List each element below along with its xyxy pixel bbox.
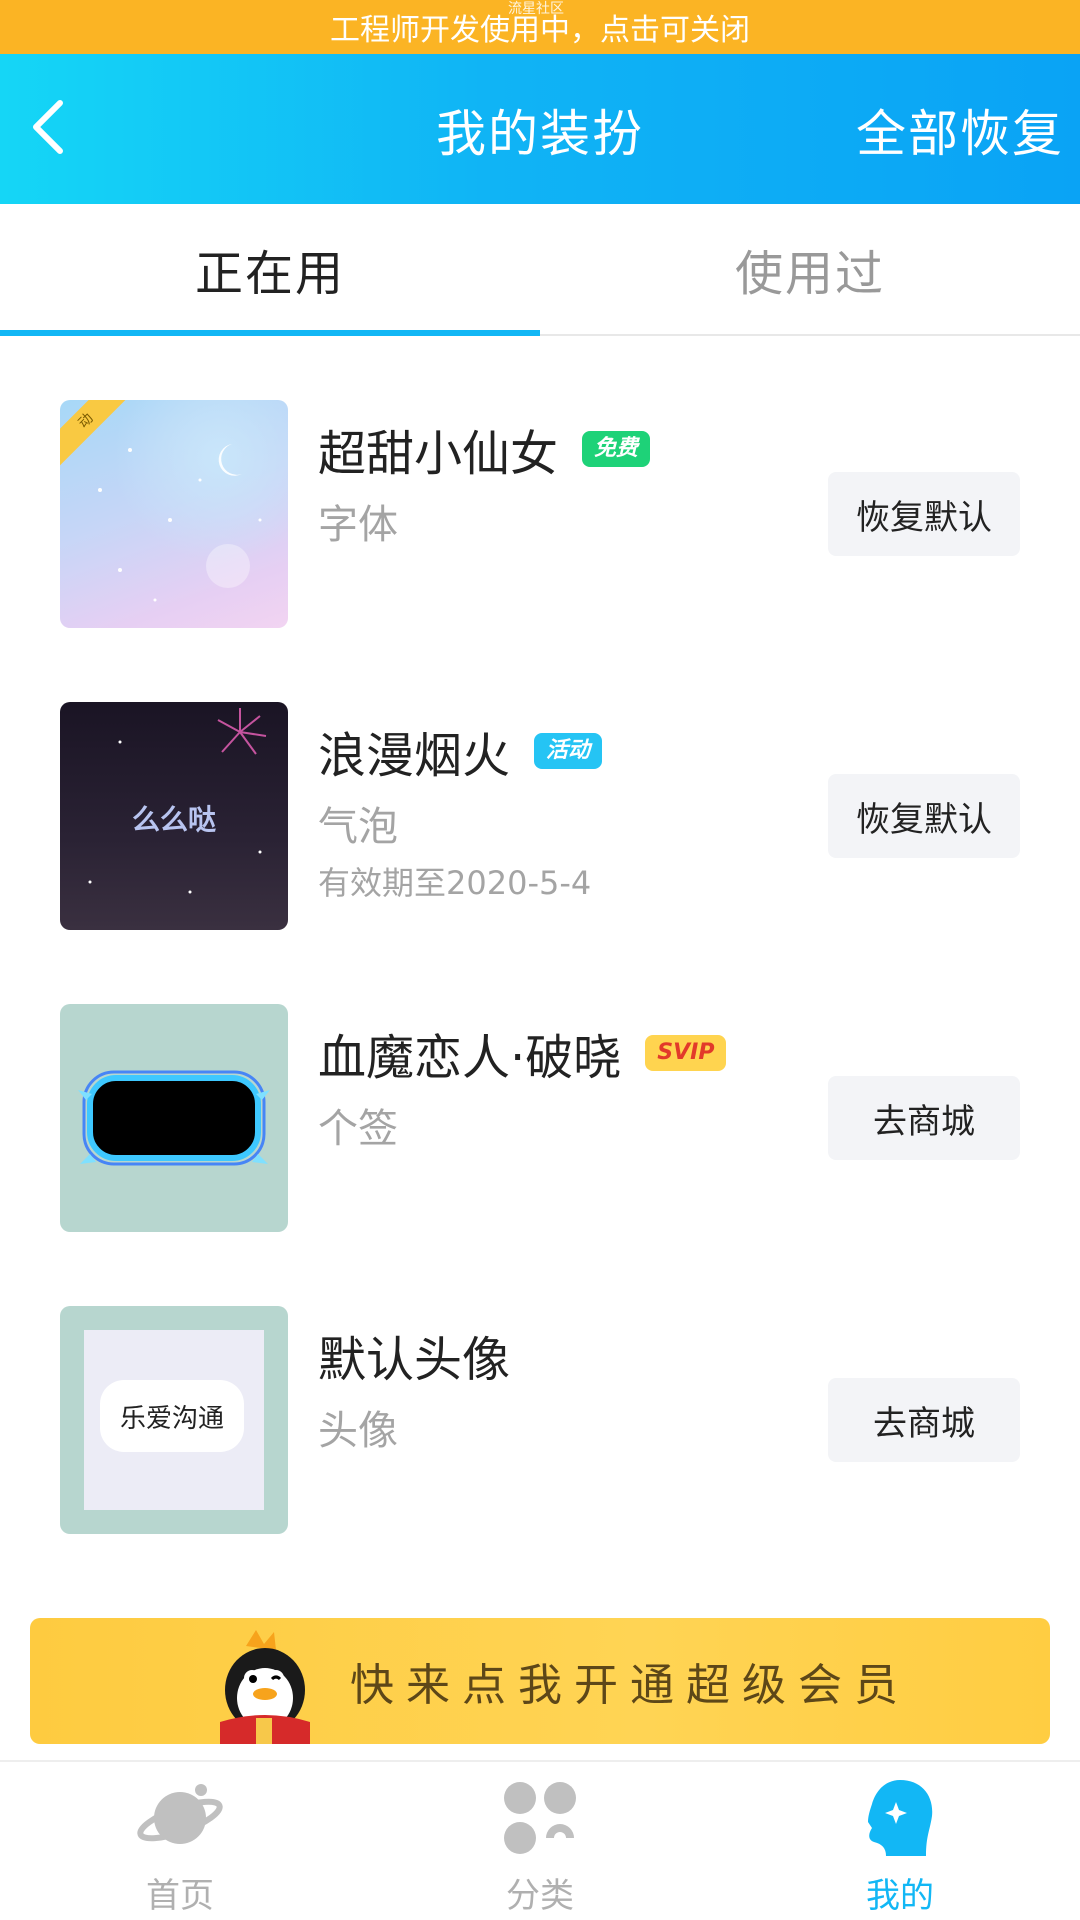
item-title: 超甜小仙女 免费 <box>318 414 651 484</box>
item-thumbnail: 乐爱沟通 <box>60 1306 288 1534</box>
event-tag: 活动 <box>534 733 603 769</box>
svip-tag: SVIP <box>645 1035 727 1071</box>
category-grid-icon <box>495 1776 585 1860</box>
free-tag: 免费 <box>582 431 651 467</box>
item-thumbnail: 动 <box>60 400 288 628</box>
avatar-preview: 乐爱沟通 <box>84 1330 264 1510</box>
restore-default-button[interactable]: 恢复默认 <box>828 774 1020 858</box>
header-bar: 我的装扮 全部恢复 <box>0 54 1080 204</box>
svip-promo-text: 快来点我开通超级会员 <box>350 1660 910 1711</box>
profile-head-icon <box>855 1776 945 1860</box>
tab-in-use-label: 正在用 <box>194 246 345 302</box>
tab-in-use[interactable]: 正在用 <box>0 204 540 336</box>
item-title-text: 默认头像 <box>318 1332 511 1388</box>
nav-label-category: 分类 <box>506 1876 574 1916</box>
restore-default-button[interactable]: 恢复默认 <box>828 472 1020 556</box>
tab-used[interactable]: 使用过 <box>540 204 1080 334</box>
item-category: 头像 <box>318 1408 398 1454</box>
svip-promo-banner[interactable]: 快来点我开通超级会员 <box>30 1618 1050 1744</box>
go-to-store-button[interactable]: 去商城 <box>828 1378 1020 1462</box>
item-title: 浪漫烟火 活动 <box>318 716 603 786</box>
item-category: 气泡 <box>318 804 398 850</box>
item-title: 血魔恋人·破晓 SVIP <box>318 1018 727 1088</box>
nav-label-home: 首页 <box>146 1876 214 1916</box>
dev-mode-banner[interactable]: 工程师开发使用中，点击可关闭 流星社区 <box>0 0 1080 54</box>
list-item[interactable]: 么么哒 浪漫烟火 活动 气泡 有效期至2020-5-4 恢复默认 <box>0 638 1080 940</box>
nav-item-home[interactable]: 首页 <box>0 1762 360 1920</box>
item-thumbnail <box>60 1004 288 1232</box>
bubble-preview-text: 么么哒 <box>131 803 216 836</box>
item-expiry: 有效期至2020-5-4 <box>318 864 592 902</box>
bottom-navigation: 首页 分类 我的 <box>0 1760 1080 1920</box>
nav-item-category[interactable]: 分类 <box>360 1762 720 1920</box>
nav-label-mine: 我的 <box>866 1876 934 1916</box>
nav-item-mine[interactable]: 我的 <box>720 1762 1080 1920</box>
item-title-text: 浪漫烟火 <box>318 728 511 784</box>
tab-bar: 正在用 使用过 <box>0 204 1080 336</box>
item-title: 默认头像 <box>318 1320 510 1390</box>
list-item[interactable]: 乐爱沟通 默认头像 头像 去商城 <box>0 1242 1080 1544</box>
tab-used-label: 使用过 <box>734 246 885 302</box>
item-title-text: 血魔恋人·破晓 <box>318 1030 622 1086</box>
avatar-bubble-text: 乐爱沟通 <box>100 1380 244 1452</box>
item-title-text: 超甜小仙女 <box>318 426 559 482</box>
signature-frame-icon <box>78 1070 270 1166</box>
item-thumbnail: 么么哒 <box>60 702 288 930</box>
restore-all-button[interactable]: 全部恢复 <box>856 94 1064 166</box>
penguin-mascot-icon <box>220 1630 310 1744</box>
list-item[interactable]: 血魔恋人·破晓 SVIP 个签 去商城 <box>0 940 1080 1242</box>
item-category: 字体 <box>318 502 398 548</box>
item-category: 个签 <box>318 1106 398 1152</box>
go-to-store-button[interactable]: 去商城 <box>828 1076 1020 1160</box>
list-item[interactable]: 动 超甜小仙女 免费 字体 恢复默认 <box>0 336 1080 638</box>
planet-icon <box>135 1776 225 1860</box>
watermark-text: 流星社区 <box>508 1 564 17</box>
stars-moon-icon <box>98 444 262 602</box>
